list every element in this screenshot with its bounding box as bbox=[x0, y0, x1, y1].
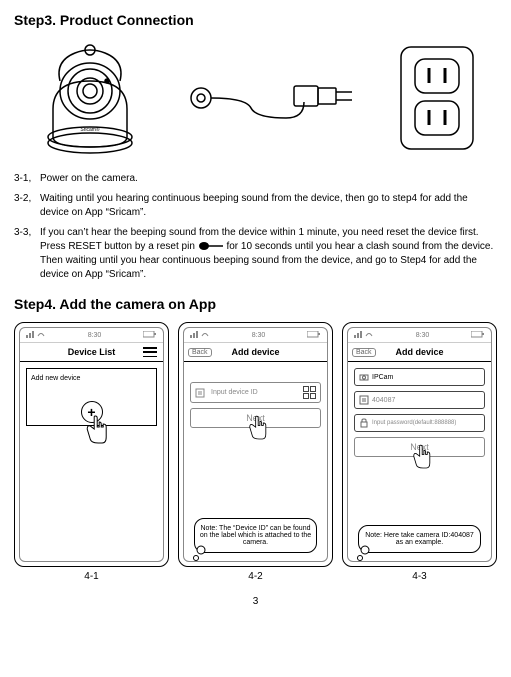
menu-icon[interactable] bbox=[143, 347, 157, 357]
next-button[interactable]: Next bbox=[354, 437, 485, 457]
name-input[interactable]: IPCam bbox=[354, 368, 485, 386]
add-device-box[interactable]: Add new device + bbox=[26, 368, 157, 426]
screen-title-bar: Device List bbox=[20, 343, 163, 362]
note-bubble: Note: The “Device ID” can be found on th… bbox=[194, 518, 317, 553]
step-num: 3-3, bbox=[14, 226, 40, 282]
status-bar: 8:30 bbox=[184, 328, 327, 343]
hand-pointer-icon bbox=[84, 415, 110, 445]
input-placeholder: Input device ID bbox=[211, 389, 258, 396]
step-num: 3-2, bbox=[14, 192, 40, 220]
name-value: IPCam bbox=[372, 374, 393, 381]
step-text: Waiting until you hearing continuous bee… bbox=[40, 192, 497, 220]
screen-title: Device List bbox=[68, 347, 116, 357]
id-value: 404087 bbox=[372, 397, 395, 404]
camera-illustration: Sricam® bbox=[35, 41, 145, 156]
phone-screen-4-3: 8:30 Back Add device IPCam 404087 bbox=[342, 322, 497, 567]
screen-title-bar: Back Add device bbox=[348, 343, 491, 362]
caption: 4-1 bbox=[14, 571, 169, 582]
id-icon bbox=[359, 395, 369, 405]
signal-icon bbox=[190, 330, 210, 340]
id-input[interactable]: 404087 bbox=[354, 391, 485, 409]
product-images-row: Sricam® bbox=[14, 38, 497, 158]
step4-title: Step4. Add the camera on App bbox=[14, 296, 497, 312]
status-time: 8:30 bbox=[88, 332, 102, 339]
battery-icon bbox=[471, 331, 485, 340]
pwd-placeholder: Input password(default:888888) bbox=[372, 420, 456, 426]
signal-icon bbox=[354, 330, 374, 340]
battery-icon bbox=[307, 331, 321, 340]
hand-pointer-icon bbox=[247, 415, 269, 441]
phones-row: 8:30 Device List Add new device + bbox=[14, 322, 497, 567]
lock-icon bbox=[359, 418, 369, 428]
status-time: 8:30 bbox=[416, 332, 430, 339]
camera-icon bbox=[359, 372, 369, 382]
next-button[interactable]: Next bbox=[190, 408, 321, 428]
back-button[interactable]: Back bbox=[188, 348, 212, 357]
signal-icon bbox=[26, 330, 46, 340]
reset-pin-icon bbox=[198, 241, 224, 251]
status-bar: 8:30 bbox=[348, 328, 491, 343]
screen-title: Add device bbox=[395, 347, 443, 357]
hand-pointer-icon bbox=[411, 444, 433, 470]
step3-title: Step3. Product Connection bbox=[14, 12, 497, 28]
step3-list: 3-1, Power on the camera. 3-2, Waiting u… bbox=[14, 172, 497, 282]
battery-icon bbox=[143, 331, 157, 340]
device-id-input[interactable]: Input device ID bbox=[190, 382, 321, 403]
id-icon bbox=[195, 388, 205, 398]
caption: 4-3 bbox=[342, 571, 497, 582]
phone-screen-4-2: 8:30 Back Add device Input device ID bbox=[178, 322, 333, 567]
page-number: 3 bbox=[14, 596, 497, 607]
step-text: If you can’t hear the beeping sound from… bbox=[40, 226, 497, 282]
password-input[interactable]: Input password(default:888888) bbox=[354, 414, 485, 432]
add-device-label: Add new device bbox=[31, 375, 80, 382]
phone-screen-4-1: 8:30 Device List Add new device + bbox=[14, 322, 169, 567]
screen-title: Add device bbox=[231, 347, 279, 357]
status-bar: 8:30 bbox=[20, 328, 163, 343]
step-num: 3-1, bbox=[14, 172, 40, 186]
status-time: 8:30 bbox=[252, 332, 266, 339]
svg-text:Sricam®: Sricam® bbox=[80, 126, 100, 133]
back-button[interactable]: Back bbox=[352, 348, 376, 357]
power-plug-illustration bbox=[186, 68, 356, 128]
qr-icon[interactable] bbox=[303, 386, 316, 399]
screen-title-bar: Back Add device bbox=[184, 343, 327, 362]
step-text: Power on the camera. bbox=[40, 172, 497, 186]
phone-captions: 4-1 4-2 4-3 bbox=[14, 571, 497, 582]
note-bubble: Note: Here take camera ID:404087 as an e… bbox=[358, 525, 481, 553]
caption: 4-2 bbox=[178, 571, 333, 582]
wall-outlet-illustration bbox=[397, 43, 477, 153]
